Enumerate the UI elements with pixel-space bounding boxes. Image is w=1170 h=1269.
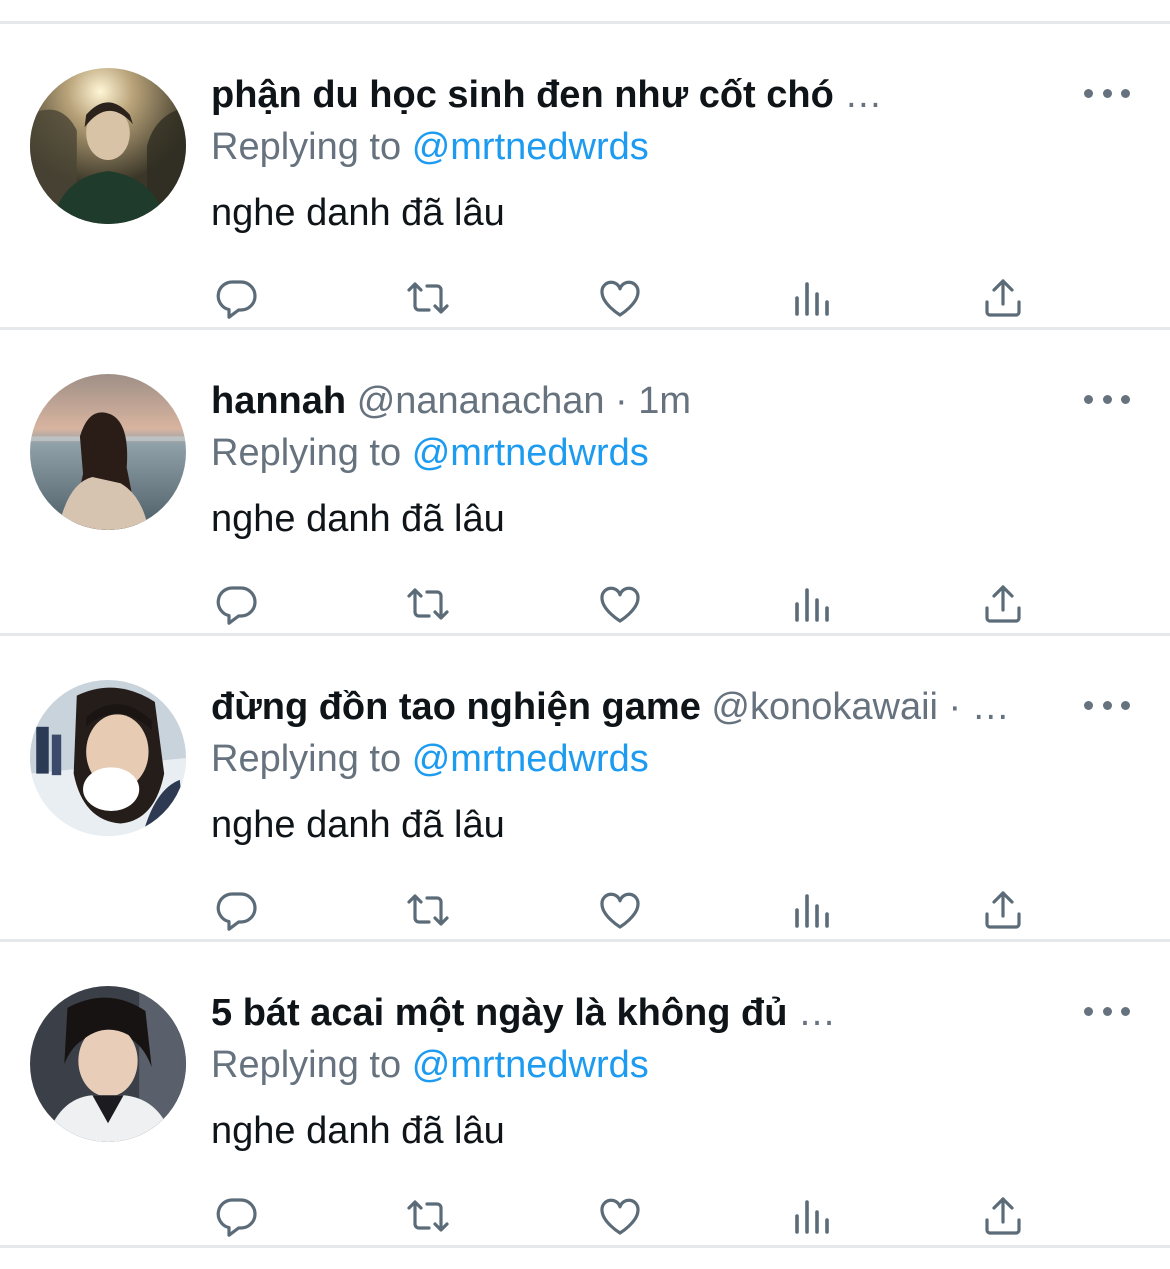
- replying-to: Replying to @mrtnedwrds: [211, 736, 649, 782]
- action-bar: [0, 1190, 1170, 1242]
- analytics-icon: [795, 1200, 829, 1234]
- share-icon: [985, 1197, 1021, 1235]
- like-button[interactable]: [592, 578, 648, 630]
- more-horizontal-icon: [1084, 88, 1093, 98]
- avatar[interactable]: [30, 374, 186, 530]
- tweet-reply-1[interactable]: phận du học sinh đen như cốt chó … Reply…: [0, 24, 1170, 327]
- heart-icon: [600, 280, 640, 317]
- heart-icon: [600, 892, 640, 929]
- tweet-header: đừng đồn tao nghiện game @konokawaii · …: [211, 684, 1060, 730]
- retweet-icon: [407, 894, 449, 926]
- user-handle[interactable]: @nananachan: [357, 380, 605, 422]
- more-horizontal-icon: [1084, 394, 1093, 404]
- reply-button[interactable]: [209, 884, 265, 936]
- more-options-button[interactable]: [1084, 694, 1130, 716]
- tweet-header: phận du học sinh đen như cốt chó …: [211, 72, 1060, 118]
- display-name[interactable]: 5 bát acai một ngày là không đủ: [211, 992, 787, 1034]
- share-icon: [985, 891, 1021, 929]
- heart-icon: [600, 586, 640, 623]
- replying-to-label: Replying to: [211, 126, 402, 168]
- analytics-button[interactable]: [785, 884, 841, 936]
- analytics-button[interactable]: [785, 578, 841, 630]
- tweet-text: nghe danh đã lâu: [211, 804, 505, 846]
- analytics-button[interactable]: [785, 272, 841, 324]
- reply-icon: [216, 280, 257, 319]
- retweet-icon: [407, 1200, 449, 1232]
- replying-to: Replying to @mrtnedwrds: [211, 1042, 649, 1088]
- retweet-icon: [407, 282, 449, 314]
- tweet-reply-2[interactable]: hannah @nananachan · 1m Replying to @mrt…: [0, 330, 1170, 633]
- action-bar: [0, 272, 1170, 324]
- replying-to-label: Replying to: [211, 1044, 402, 1086]
- tweet-header: 5 bát acai một ngày là không đủ …: [211, 990, 1060, 1036]
- replying-to: Replying to @mrtnedwrds: [211, 124, 649, 170]
- analytics-icon: [795, 282, 829, 316]
- display-name[interactable]: hannah: [211, 380, 346, 422]
- display-name[interactable]: phận du học sinh đen như cốt chó: [211, 74, 834, 116]
- divider: [0, 1245, 1170, 1248]
- tweet-header: hannah @nananachan · 1m: [211, 378, 1060, 424]
- replying-to-handle-link[interactable]: @mrtnedwrds: [412, 432, 649, 474]
- share-button[interactable]: [975, 578, 1031, 630]
- share-icon: [985, 279, 1021, 317]
- action-bar: [0, 884, 1170, 936]
- display-name[interactable]: đừng đồn tao nghiện game: [211, 686, 701, 728]
- replying-to: Replying to @mrtnedwrds: [211, 430, 649, 476]
- replying-to-label: Replying to: [211, 738, 402, 780]
- more-horizontal-icon: [1084, 700, 1093, 710]
- truncation-ellipsis: …: [844, 74, 883, 116]
- replying-to-handle-link[interactable]: @mrtnedwrds: [412, 126, 649, 168]
- replying-to-handle-link[interactable]: @mrtnedwrds: [412, 738, 649, 780]
- retweet-button[interactable]: [400, 884, 456, 936]
- share-icon: [985, 585, 1021, 623]
- action-bar: [0, 578, 1170, 630]
- tweet-text: nghe danh đã lâu: [211, 1110, 505, 1152]
- replying-to-handle-link[interactable]: @mrtnedwrds: [412, 1044, 649, 1086]
- share-button[interactable]: [975, 1190, 1031, 1242]
- reply-icon: [216, 586, 257, 625]
- more-options-button[interactable]: [1084, 1000, 1130, 1022]
- tweet-reply-4[interactable]: 5 bát acai một ngày là không đủ … Replyi…: [0, 942, 1170, 1245]
- separator-dot: ·: [615, 380, 628, 422]
- tweet-text: nghe danh đã lâu: [211, 498, 505, 540]
- analytics-icon: [795, 588, 829, 622]
- retweet-button[interactable]: [400, 272, 456, 324]
- reply-icon: [216, 892, 257, 931]
- like-button[interactable]: [592, 272, 648, 324]
- timestamp[interactable]: 1m: [638, 380, 691, 422]
- reply-button[interactable]: [209, 1190, 265, 1242]
- avatar[interactable]: [30, 680, 186, 836]
- more-horizontal-icon: [1084, 1006, 1093, 1016]
- reply-button[interactable]: [209, 272, 265, 324]
- separator-dot: ·: [948, 686, 962, 728]
- replying-to-label: Replying to: [211, 432, 402, 474]
- reply-button[interactable]: [209, 578, 265, 630]
- tweet-reply-3[interactable]: đừng đồn tao nghiện game @konokawaii · ……: [0, 636, 1170, 939]
- more-options-button[interactable]: [1084, 82, 1130, 104]
- top-spacer: [0, 0, 1170, 21]
- share-button[interactable]: [975, 884, 1031, 936]
- user-handle[interactable]: @konokawaii: [711, 686, 938, 728]
- truncation-ellipsis: …: [971, 686, 1010, 728]
- more-options-button[interactable]: [1084, 388, 1130, 410]
- retweet-button[interactable]: [400, 1190, 456, 1242]
- reply-icon: [216, 1198, 257, 1237]
- analytics-icon: [795, 894, 829, 928]
- avatar[interactable]: [30, 68, 186, 224]
- truncation-ellipsis: …: [798, 992, 837, 1034]
- retweet-icon: [407, 588, 449, 620]
- analytics-button[interactable]: [785, 1190, 841, 1242]
- like-button[interactable]: [592, 1190, 648, 1242]
- like-button[interactable]: [592, 884, 648, 936]
- share-button[interactable]: [975, 272, 1031, 324]
- heart-icon: [600, 1198, 640, 1235]
- retweet-button[interactable]: [400, 578, 456, 630]
- tweet-text: nghe danh đã lâu: [211, 192, 505, 234]
- avatar[interactable]: [30, 986, 186, 1142]
